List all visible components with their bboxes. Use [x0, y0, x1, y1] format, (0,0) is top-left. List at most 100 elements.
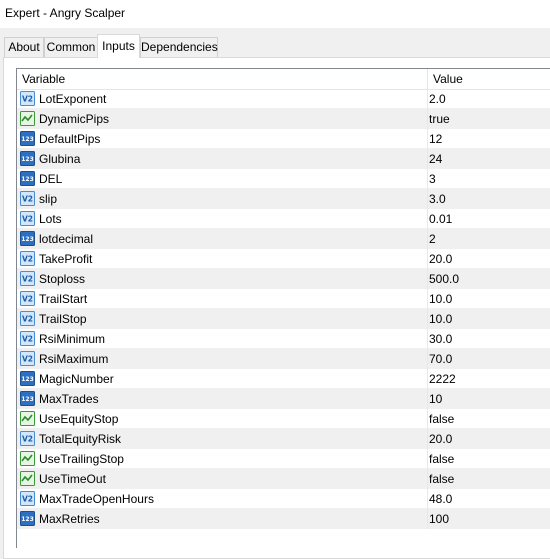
cell-divider	[427, 369, 428, 389]
svg-text:123: 123	[21, 396, 34, 403]
svg-text:V2: V2	[22, 95, 33, 104]
tab-inputs[interactable]: Inputs	[97, 34, 140, 58]
variable-value[interactable]: 100	[429, 509, 449, 529]
variable-name: UseTrailingStop	[39, 452, 124, 466]
table-row[interactable]: V2 TrailStart 10.0	[17, 289, 550, 309]
svg-text:123: 123	[21, 516, 34, 523]
table-row[interactable]: V2 TakeProfit 20.0	[17, 249, 550, 269]
column-divider[interactable]	[427, 69, 428, 89]
cell-divider	[427, 289, 428, 309]
variable-value[interactable]: true	[429, 109, 450, 129]
table-row[interactable]: V2 RsiMaximum 70.0	[17, 349, 550, 369]
window-title: Expert - Angry Scalper	[5, 6, 126, 20]
variable-value[interactable]: false	[429, 469, 454, 489]
cell-divider	[427, 129, 428, 149]
double-icon: V2	[20, 251, 35, 266]
svg-text:123: 123	[21, 376, 34, 383]
variable-value[interactable]: 20.0	[429, 429, 452, 449]
bool-icon	[20, 411, 35, 426]
table-row[interactable]: V2 slip 3.0	[17, 189, 550, 209]
table-row[interactable]: UseTimeOut false	[17, 469, 550, 489]
variable-value[interactable]: 10.0	[429, 289, 452, 309]
variable-name: MaxTradeOpenHours	[39, 492, 154, 506]
bool-icon	[20, 111, 35, 126]
column-header-value[interactable]: Value	[433, 69, 463, 89]
variable-value[interactable]: false	[429, 449, 454, 469]
variable-value[interactable]: false	[429, 409, 454, 429]
double-icon: V2	[20, 431, 35, 446]
variable-value[interactable]: 12	[429, 129, 442, 149]
variable-value[interactable]: 500.0	[429, 269, 459, 289]
table-row[interactable]: UseTrailingStop false	[17, 449, 550, 469]
tab-dependencies[interactable]: Dependencies	[140, 37, 218, 57]
cell-divider	[427, 229, 428, 249]
variable-name: RsiMinimum	[39, 332, 105, 346]
table-row[interactable]: 123 MaxTrades 10	[17, 389, 550, 409]
table-row[interactable]: V2 TrailStop 10.0	[17, 309, 550, 329]
table-row[interactable]: V2 LotExponent 2.0	[17, 89, 550, 109]
svg-text:V2: V2	[22, 315, 33, 324]
variable-name: Stoploss	[39, 272, 86, 286]
variable-name: TrailStart	[39, 292, 88, 306]
table-row[interactable]: V2 TotalEquityRisk 20.0	[17, 429, 550, 449]
variable-value[interactable]: 3.0	[429, 189, 446, 209]
variable-value[interactable]: 2	[429, 229, 436, 249]
int-icon: 123	[20, 131, 35, 146]
double-icon: V2	[20, 351, 35, 366]
svg-text:V2: V2	[22, 215, 33, 224]
cell-divider	[427, 269, 428, 289]
variable-value[interactable]: 2.0	[429, 89, 446, 109]
table-row[interactable]: 123 DefaultPips 12	[17, 129, 550, 149]
double-icon: V2	[20, 191, 35, 206]
int-icon: 123	[20, 151, 35, 166]
svg-text:V2: V2	[22, 275, 33, 284]
table-row[interactable]: V2 MaxTradeOpenHours 48.0	[17, 489, 550, 509]
table-row[interactable]: 123 Glubina 24	[17, 149, 550, 169]
variable-value[interactable]: 2222	[429, 369, 456, 389]
svg-text:123: 123	[21, 136, 34, 143]
table-row[interactable]: 123 MaxRetries 100	[17, 509, 550, 529]
variable-name: LotExponent	[39, 92, 107, 106]
tab-about[interactable]: About	[4, 37, 44, 57]
variable-value[interactable]: 10.0	[429, 309, 452, 329]
table-row[interactable]: V2 RsiMinimum 30.0	[17, 329, 550, 349]
variable-value[interactable]: 30.0	[429, 329, 452, 349]
double-icon: V2	[20, 291, 35, 306]
cell-divider	[427, 309, 428, 329]
variable-name: UseEquityStop	[39, 412, 119, 426]
int-icon: 123	[20, 511, 35, 526]
variable-value[interactable]: 20.0	[429, 249, 452, 269]
double-icon: V2	[20, 491, 35, 506]
table-row[interactable]: 123 DEL 3	[17, 169, 550, 189]
svg-text:V2: V2	[22, 295, 33, 304]
bool-icon	[20, 451, 35, 466]
int-icon: 123	[20, 171, 35, 186]
variable-value[interactable]: 0.01	[429, 209, 452, 229]
variable-name: TrailStop	[39, 312, 87, 326]
table-row[interactable]: UseEquityStop false	[17, 409, 550, 429]
cell-divider	[427, 509, 428, 529]
variable-value[interactable]: 24	[429, 149, 442, 169]
title-bar: Expert - Angry Scalper	[0, 0, 550, 28]
variable-name: Lots	[39, 212, 62, 226]
cell-divider	[427, 469, 428, 489]
table-row[interactable]: DynamicPips true	[17, 109, 550, 129]
variable-value[interactable]: 48.0	[429, 489, 452, 509]
variable-value[interactable]: 70.0	[429, 349, 452, 369]
cell-divider	[427, 249, 428, 269]
variable-value[interactable]: 3	[429, 169, 436, 189]
tab-strip: About Common Inputs Dependencies	[0, 34, 550, 58]
variable-name: TakeProfit	[39, 252, 93, 266]
cell-divider	[427, 429, 428, 449]
table-row[interactable]: V2 Stoploss 500.0	[17, 269, 550, 289]
table-header: Variable Value	[17, 69, 550, 90]
column-header-variable[interactable]: Variable	[22, 69, 65, 89]
table-row[interactable]: V2 Lots 0.01	[17, 209, 550, 229]
table-row[interactable]: 123 lotdecimal 2	[17, 229, 550, 249]
variable-name: slip	[39, 192, 58, 206]
variable-value[interactable]: 10	[429, 389, 442, 409]
tab-common[interactable]: Common	[44, 37, 98, 57]
table-row[interactable]: 123 MagicNumber 2222	[17, 369, 550, 389]
variable-name: RsiMaximum	[39, 352, 109, 366]
variable-name: lotdecimal	[39, 232, 94, 246]
